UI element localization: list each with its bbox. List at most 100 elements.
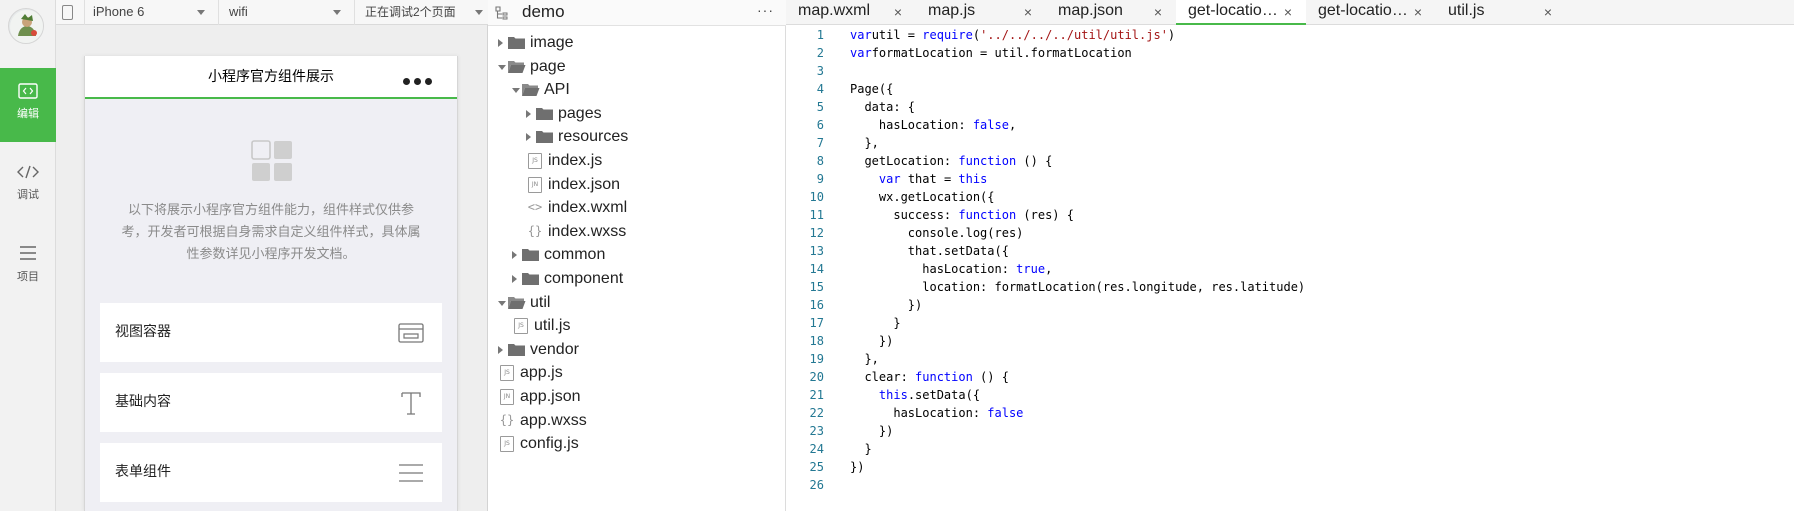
code-text: that.setData({ (850, 244, 1009, 258)
code-text: Page({ (850, 82, 894, 96)
code-line: 13 that.setData({ (786, 242, 1794, 260)
activity-debug-label: 调试 (17, 188, 39, 201)
simulator-toolbar: iPhone 6 wifi 正在调试2个页面 (56, 0, 488, 25)
code-text: }, (850, 352, 879, 366)
tree-item[interactable]: JS index.js (488, 148, 786, 174)
code-line: 3 (786, 62, 1794, 80)
close-icon[interactable]: × (1024, 4, 1032, 20)
activity-project-label: 项目 (17, 270, 39, 283)
activity-debug[interactable]: 调试 (0, 148, 56, 220)
menu-item-form-components[interactable]: 表单组件 (100, 443, 442, 502)
line-number: 5 (816, 100, 824, 114)
code-line: 15 location: formatLocation(res.longitud… (786, 278, 1794, 296)
phone-icon[interactable] (62, 5, 73, 20)
intro-description: 以下将展示小程序官方组件能力，组件样式仅供参考，开发者可根据自身需求自定义组件样… (121, 203, 421, 262)
code-line: 11 success: function (res) { (786, 206, 1794, 224)
caret-right-icon[interactable] (512, 275, 517, 283)
close-icon[interactable]: × (1414, 4, 1422, 20)
editor-tab-label: get-location.js (1188, 2, 1280, 19)
code-line: 20 clear: function () { (786, 368, 1794, 386)
close-icon[interactable]: × (1544, 4, 1552, 20)
code-text: varutil = require('../../../../util/util… (850, 28, 1176, 42)
tree-item-label: component (544, 270, 624, 287)
activity-edit[interactable]: 编辑 (0, 68, 56, 142)
tree-item[interactable]: pages (488, 101, 786, 127)
folder-open-icon (508, 296, 526, 309)
tree-item[interactable]: {} app.wxss (488, 408, 786, 434)
editor-tab[interactable]: map.js × (916, 0, 1046, 25)
style-file-icon: {} (527, 223, 543, 238)
line-number: 21 (809, 388, 824, 402)
tree-item[interactable]: component (488, 266, 786, 292)
tree-item[interactable]: <> index.wxml (488, 195, 786, 221)
device-select[interactable]: iPhone 6 (93, 0, 205, 25)
editor-tab[interactable]: map.json × (1046, 0, 1176, 25)
editor-tab[interactable]: get-location.js × (1176, 0, 1306, 25)
debug-pages-select[interactable]: 正在调试2个页面 (365, 0, 483, 25)
more-horizontal-icon[interactable]: ··· (757, 2, 774, 18)
tree-item-label: util (530, 293, 551, 311)
tree-item[interactable]: JN app.json (488, 384, 786, 410)
caret-right-icon[interactable] (526, 133, 531, 142)
caret-down-icon[interactable] (512, 88, 520, 94)
tree-item[interactable]: JS util.js (488, 313, 786, 339)
more-dots-icon[interactable] (403, 72, 439, 85)
tree-item[interactable]: resources (488, 124, 786, 150)
line-number: 12 (809, 226, 824, 240)
tree-item[interactable]: common (488, 242, 786, 268)
editor-tab[interactable]: map.wxml × (786, 0, 916, 25)
code-line: 18 }) (786, 332, 1794, 350)
line-number: 25 (809, 460, 824, 474)
tree-item[interactable]: JS app.js (488, 360, 786, 386)
js-file-icon: JS (528, 153, 542, 169)
caret-right-icon[interactable] (498, 39, 503, 47)
close-icon[interactable]: × (1154, 4, 1162, 20)
caret-right-icon[interactable] (526, 109, 531, 118)
close-icon[interactable]: × (1284, 4, 1292, 20)
editor-tab[interactable]: util.js × (1436, 0, 1566, 25)
tree-item[interactable]: page (488, 54, 786, 80)
tree-item[interactable]: util (488, 290, 786, 316)
line-number: 3 (816, 64, 824, 78)
line-number: 14 (809, 262, 824, 276)
menu-item-basic-content[interactable]: 基础内容 (100, 373, 442, 432)
line-number: 15 (809, 280, 824, 294)
activity-project[interactable]: 项目 (0, 230, 56, 302)
line-number: 13 (809, 244, 824, 258)
tree-item[interactable]: vendor (488, 337, 786, 363)
close-icon[interactable]: × (894, 4, 902, 20)
folder-open-icon (508, 60, 526, 73)
tree-item[interactable]: image (488, 30, 786, 56)
code-area[interactable]: 1 varutil = require('../../../../util/uti… (786, 26, 1794, 511)
code-line: 1 varutil = require('../../../../util/uti… (786, 26, 1794, 44)
user-avatar[interactable] (8, 8, 44, 44)
tree-item[interactable]: JN index.json (488, 172, 786, 198)
tree-item[interactable]: {} index.wxss (488, 219, 786, 245)
code-icon (18, 83, 38, 99)
code-line: 16 }) (786, 296, 1794, 314)
miniprogram-nav-bar: 小程序官方组件展示 (85, 56, 457, 99)
line-number: 19 (809, 352, 824, 366)
folder-icon (536, 107, 553, 120)
caret-down-icon[interactable] (498, 64, 506, 70)
folder-open-icon (522, 84, 540, 97)
view-container-icon (398, 323, 424, 343)
line-number: 18 (809, 334, 824, 348)
hierarchy-icon[interactable] (494, 5, 510, 21)
caret-down-icon[interactable] (498, 300, 506, 306)
tree-item[interactable]: JS config.js (488, 431, 786, 457)
caret-right-icon[interactable] (512, 251, 517, 260)
tree-item-label: index.js (548, 152, 603, 169)
code-editor: map.wxml × map.js × map.json × get-location.js… (786, 0, 1794, 511)
menu-item-view-container[interactable]: 视图容器 (100, 303, 442, 362)
line-number: 7 (816, 136, 824, 150)
editor-tab[interactable]: get-location.wxml× (1306, 0, 1436, 25)
menu-icon (20, 246, 36, 260)
network-select[interactable]: wifi (229, 0, 341, 25)
code-line: 8 getLocation: function () { (786, 152, 1794, 170)
tree-item[interactable]: API (488, 77, 786, 103)
editor-tab-label: map.js (928, 2, 976, 19)
caret-right-icon[interactable] (498, 345, 503, 354)
markup-file-icon: <> (527, 200, 543, 215)
folder-icon (522, 249, 539, 262)
